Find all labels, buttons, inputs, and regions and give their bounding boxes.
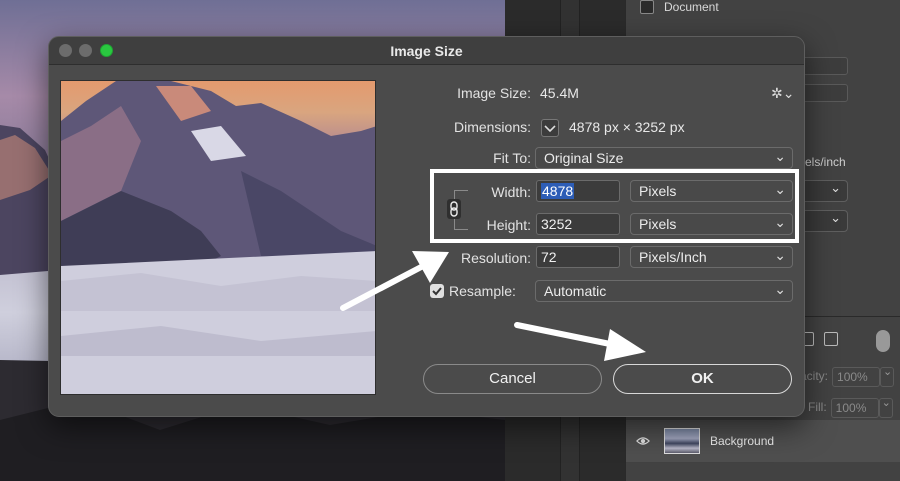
annotation-arrows xyxy=(340,251,646,361)
arrow-to-ok xyxy=(514,322,646,361)
arrow-to-fields xyxy=(340,251,449,311)
